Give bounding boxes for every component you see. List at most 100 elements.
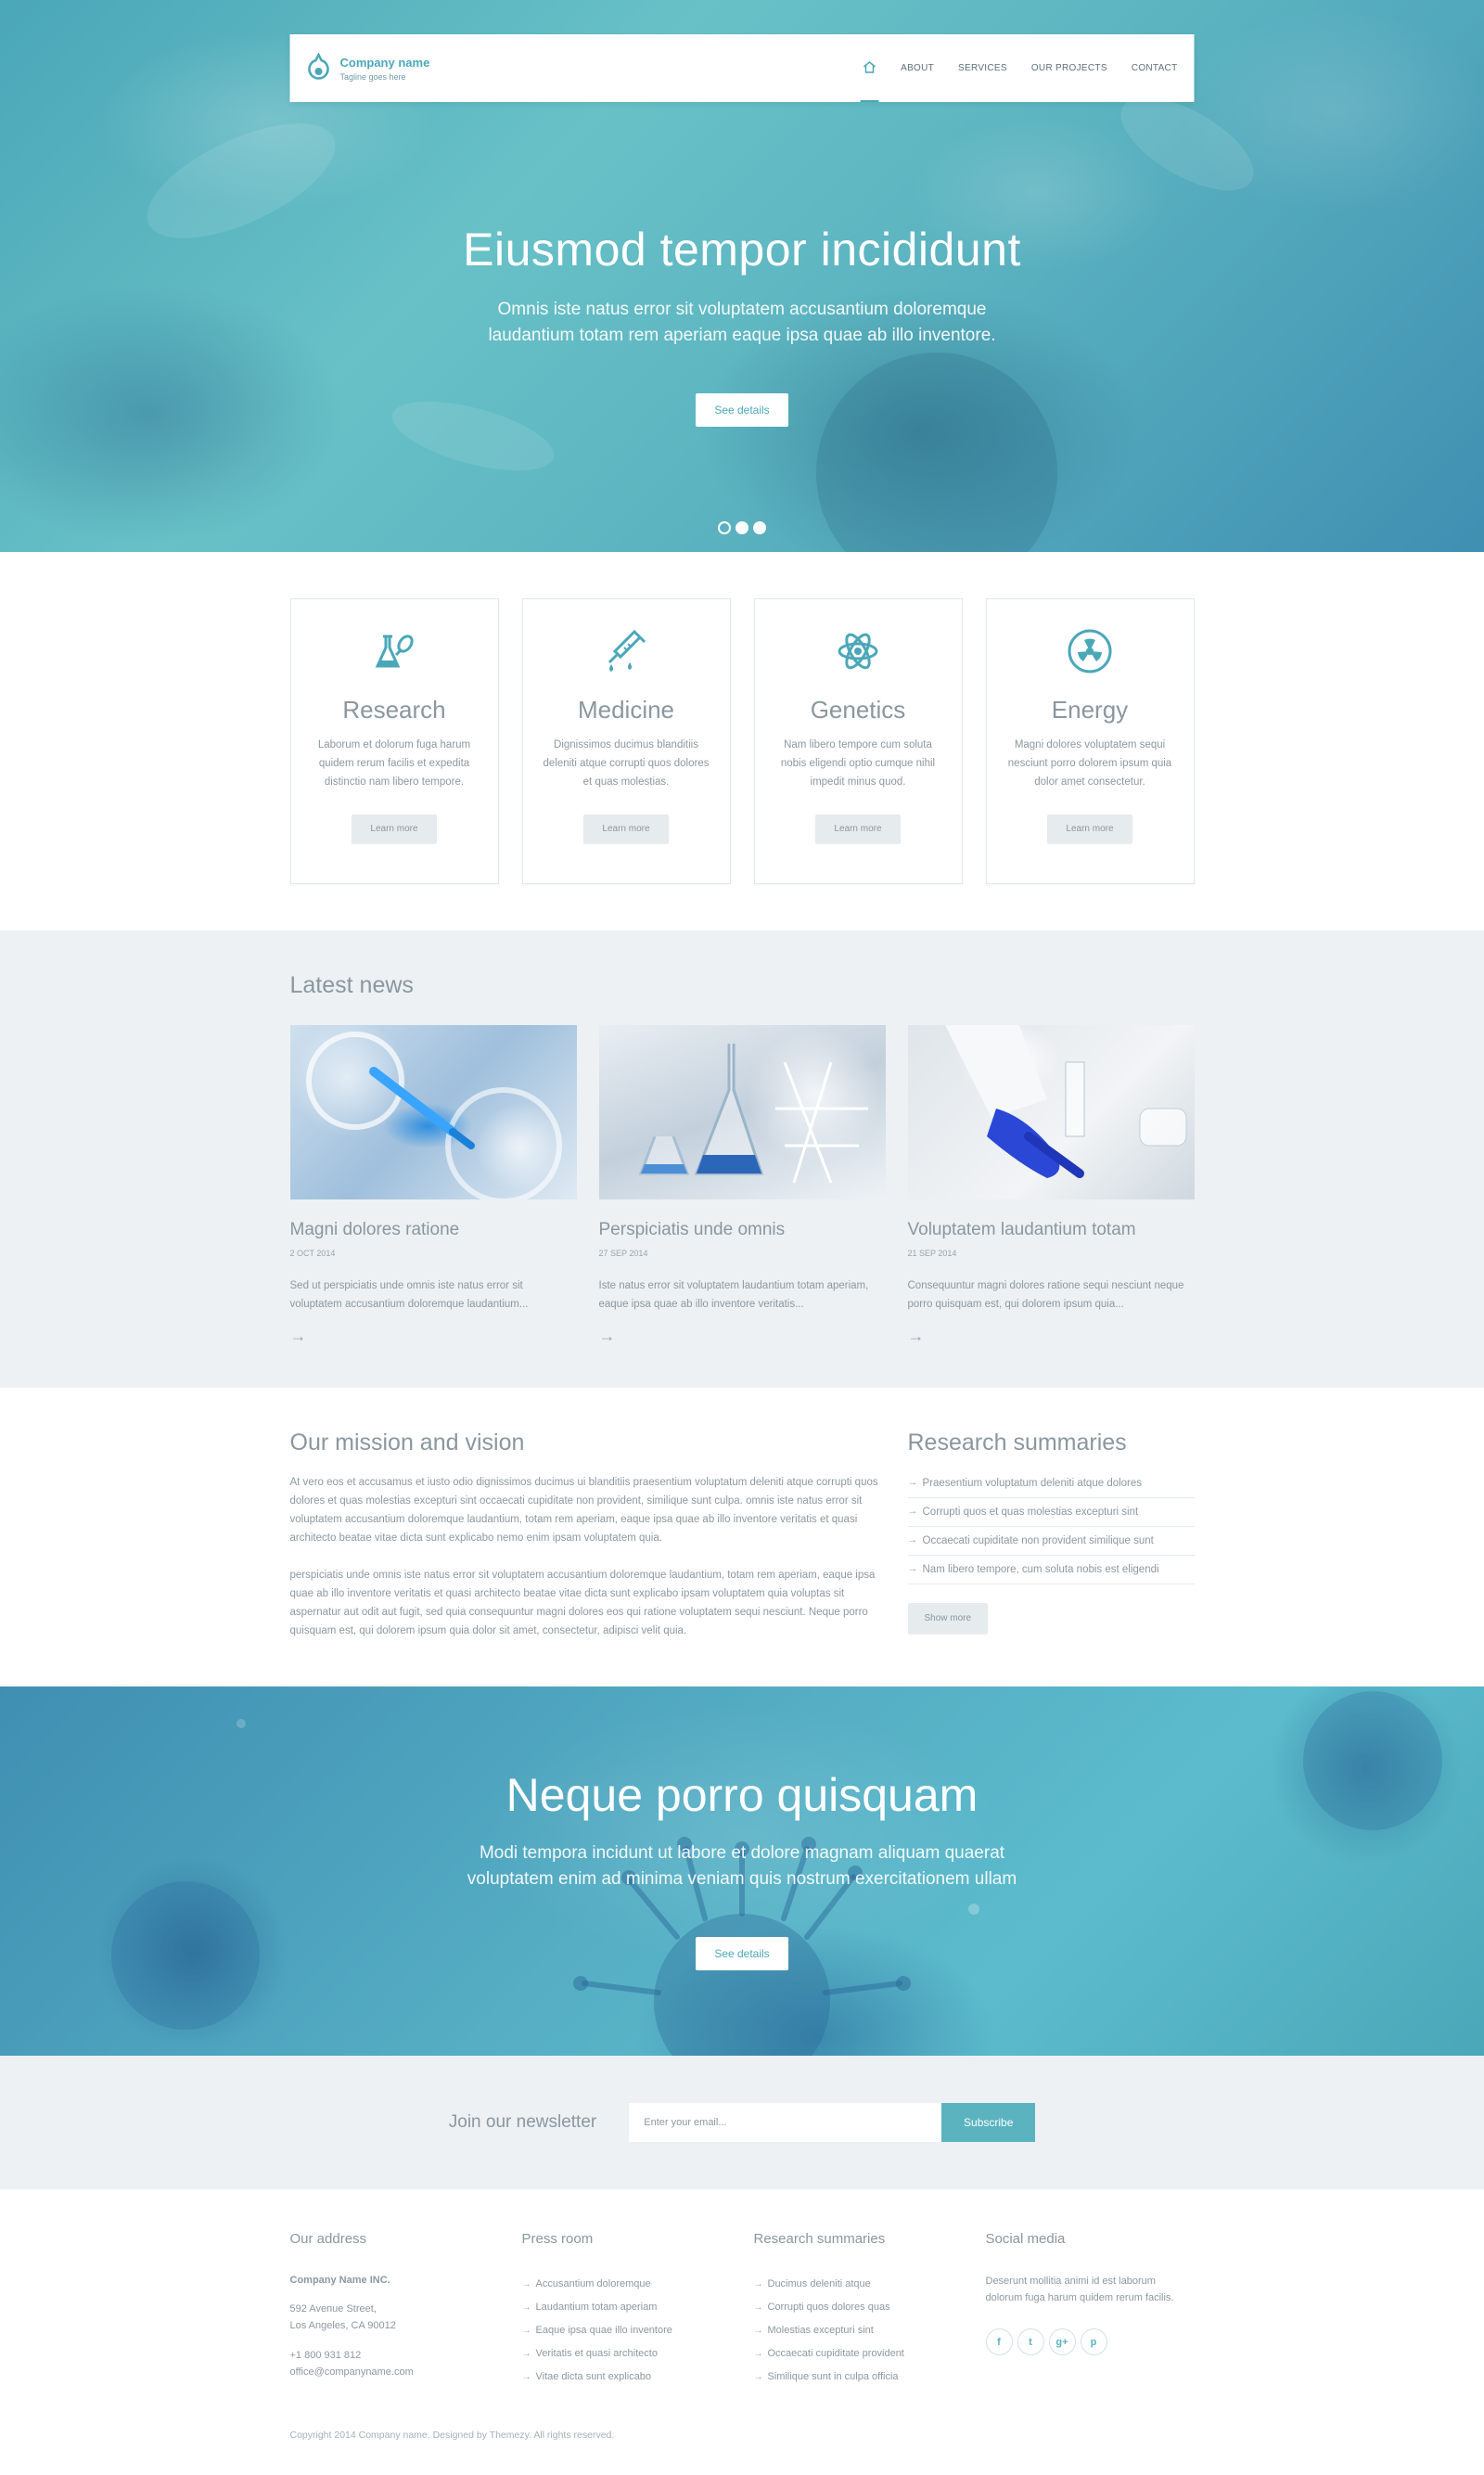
arrow-right-icon[interactable]: → [290,1327,577,1346]
home-icon [862,60,876,76]
news-date: 27 SEP 2014 [598,1249,648,1258]
feature-title: Energy [1051,696,1129,724]
footer-link[interactable]: Veritatis et quasi architecto [522,2342,731,2366]
cta-subtitle-line1: Modi tempora incidunt ut labore et dolor… [479,1843,1005,1863]
footer-link[interactable]: Similique sunt in culpa officia [754,2366,963,2389]
footer-link[interactable]: Vitae dicta sunt explicabo [522,2366,731,2389]
twitter-icon[interactable]: t [1017,2328,1044,2355]
hero-title: Eiusmod tempor incididunt [463,224,1021,276]
nav-about[interactable]: ABOUT [901,34,934,102]
footer-social-text: Deserunt mollitia animi id est laborum d… [985,2276,1174,2303]
arrow-right-icon[interactable]: → [599,1327,886,1346]
learn-more-button[interactable]: Learn more [1047,814,1132,843]
footer-press-title: Press room [521,2231,594,2247]
feature-title: Genetics [810,696,906,724]
logo-icon[interactable] [307,52,331,85]
slider-dot-1[interactable] [718,521,731,534]
summary-link[interactable]: Praesentium voluptatum deleniti atque do… [907,1469,1195,1498]
logo-text[interactable]: Company name Tagline goes here [340,56,430,82]
features-section: Research Laborum et dolorum fuga harum q… [0,552,1484,930]
hero-subtitle-line2: laudantium totam rem aperiam eaque ipsa … [488,326,996,345]
feature-card-energy: Energy Magni dolores voluptatem sequi ne… [985,598,1195,884]
footer-link[interactable]: Molestias excepturi sint [754,2319,963,2342]
radiation-icon [1066,627,1114,675]
footer-link[interactable]: Corrupti quos dolores quas [754,2296,963,2319]
footer-press-list: Accusantium doloremque Laudantium totam … [522,2273,731,2389]
cta-subtitle: Modi tempora incidunt ut labore et dolor… [445,1840,1039,1892]
subscribe-button[interactable]: Subscribe [941,2103,1036,2142]
arrow-right-icon[interactable]: → [908,1327,1195,1346]
company-name: Company name [339,55,430,70]
news-image-flasks[interactable] [598,1025,886,1199]
show-more-button[interactable]: Show more [907,1603,989,1634]
facebook-icon[interactable]: f [985,2328,1013,2355]
nav-services[interactable]: SERVICES [958,34,1007,102]
slider-dot-2[interactable] [736,521,748,534]
research-summaries-column: Research summaries Praesentium voluptatu… [907,1430,1195,1640]
news-section-title: Latest news [289,972,414,998]
copyright: Copyright 2014 Company name. Designed by… [289,2430,615,2441]
cta-section: Neque porro quisquam Modi tempora incidu… [0,1686,1484,2056]
news-image-lab-gloves[interactable] [907,1025,1195,1199]
summary-link[interactable]: Occaecati cupiditate non provident simil… [907,1527,1195,1556]
news-title[interactable]: Magni dolores ratione [290,1220,577,1240]
footer-research-column: Research summaries Ducimus deleniti atqu… [754,2231,963,2389]
nav-our-projects[interactable]: OUR PROJECTS [1031,34,1107,102]
summaries-title: Research summaries [907,1430,1127,1456]
nav-contact[interactable]: CONTACT [1132,34,1178,102]
footer-city: Los Angeles, CA 90012 [289,2320,396,2331]
news-card: Perspiciatis unde omnis 27 SEP 2014 Iste… [598,1025,886,1346]
slider-dot-3[interactable] [753,521,766,534]
hero-section: Company name Tagline goes here ABOUT SER… [0,0,1484,552]
syringe-icon [602,627,650,675]
feature-text: Nam libero tempore cum soluta nobis elig… [780,739,936,788]
company-tagline: Tagline goes here [339,71,406,82]
pinterest-icon[interactable]: p [1080,2328,1107,2355]
summaries-list: Praesentium voluptatum deleniti atque do… [907,1469,1195,1584]
latest-news-section: Latest news Magni dolores ratione 2 OCT … [0,930,1484,1388]
cta-title: Neque porro quisquam [505,1769,979,1821]
footer-link[interactable]: Laudantium totam aperiam [522,2296,731,2319]
footer-company-name: Company Name INC. [289,2275,390,2286]
newsletter-email-input[interactable] [629,2103,942,2142]
google-plus-icon[interactable]: g+ [1048,2328,1076,2355]
newsletter-section: Join our newsletter Subscribe [0,2056,1484,2189]
feature-text: Magni dolores voluptatem sequi nesciunt … [1007,739,1172,788]
news-card: Magni dolores ratione 2 OCT 2014 Sed ut … [289,1025,577,1346]
footer-address-column: Our address Company Name INC. 592 Avenue… [290,2231,499,2389]
learn-more-button[interactable]: Learn more [815,814,901,843]
feature-card-genetics: Genetics Nam libero tempore cum soluta n… [753,598,963,884]
summary-link[interactable]: Nam libero tempore, cum soluta nobis est… [907,1556,1195,1584]
learn-more-button[interactable]: Learn more [583,814,669,843]
footer-social-column: Social media Deserunt mollitia animi id … [985,2231,1195,2389]
hero-subtitle-line1: Omnis iste natus error sit voluptatem ac… [497,300,987,319]
hero-content: Eiusmod tempor incididunt Omnis iste nat… [0,223,1484,427]
footer-research-list: Ducimus deleniti atque Corrupti quos dol… [754,2273,963,2389]
feature-card-medicine: Medicine Dignissimos ducimus blanditiis … [521,598,731,884]
news-image-test-tubes[interactable] [289,1025,577,1199]
mission-paragraph: perspiciatis unde omnis iste natus error… [289,1570,876,1636]
footer-link[interactable]: Ducimus deleniti atque [754,2273,963,2296]
news-title[interactable]: Voluptatem laudantium totam [908,1220,1195,1240]
news-text: Sed ut perspiciatis unde omnis iste natu… [289,1280,529,1310]
footer-email[interactable]: office@companyname.com [290,2364,499,2380]
footer-street: 592 Avenue Street, [289,2303,377,2315]
nav-home[interactable] [860,34,879,102]
footer-social-title: Social media [985,2231,1066,2247]
mission-title: Our mission and vision [289,1430,525,1456]
news-date: 21 SEP 2014 [907,1249,957,1258]
learn-more-button[interactable]: Learn more [352,814,437,843]
cta-subtitle-line2: voluptatem enim ad minima veniam quis no… [467,1869,1017,1889]
flask-icon [370,627,418,675]
social-icons: f t g+ p [985,2328,1195,2355]
footer-link[interactable]: Eaque ipsa quae illo inventore [522,2319,731,2342]
footer-link[interactable]: Accusantium doloremque [522,2273,731,2296]
footer-press-column: Press room Accusantium doloremque Laudan… [522,2231,731,2389]
news-title[interactable]: Perspiciatis unde omnis [599,1220,886,1240]
summary-link[interactable]: Corrupti quos et quas molestias exceptur… [907,1498,1195,1527]
footer-research-title: Research summaries [753,2231,886,2247]
footer-link[interactable]: Occaecati cupiditate provident [754,2342,963,2366]
hero-see-details-button[interactable]: See details [696,393,788,427]
cta-see-details-button[interactable]: See details [696,1937,788,1970]
slider-dots [718,521,766,534]
